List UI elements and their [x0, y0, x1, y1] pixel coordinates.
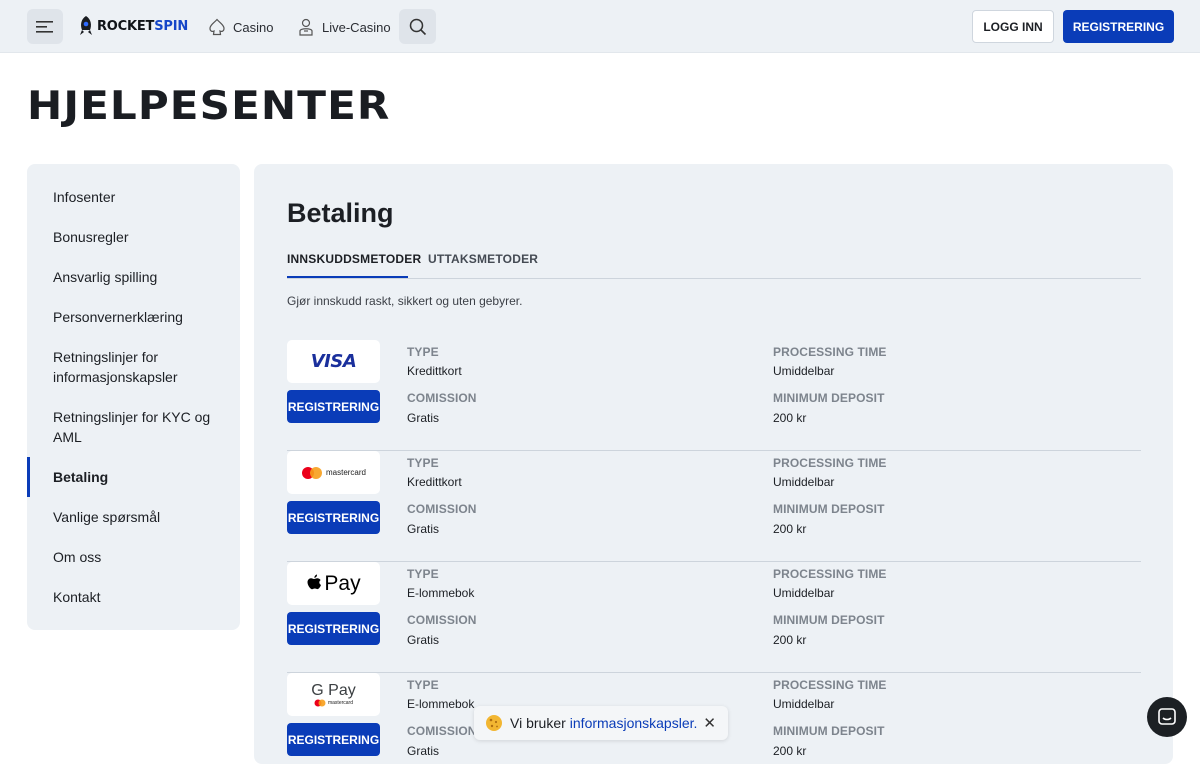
search-icon	[409, 18, 426, 35]
chat-button[interactable]	[1147, 697, 1187, 737]
menu-button[interactable]	[27, 9, 63, 44]
commission-value: Gratis	[407, 411, 440, 425]
intro-text: Gjør innskudd raskt, sikkert og uten geb…	[287, 294, 523, 308]
type-label: TYPE	[407, 567, 439, 581]
mastercard-mini-text: mastercard	[327, 700, 353, 706]
minimum-label: MINIMUM DEPOSIT	[773, 613, 885, 627]
apple-icon	[307, 574, 322, 590]
minimum-label: MINIMUM DEPOSIT	[773, 724, 885, 738]
help-sidebar: Infosenter Bonusregler Ansvarlig spillin…	[27, 164, 240, 630]
mastercard-logo: mastercard	[287, 451, 380, 494]
type-label: TYPE	[407, 678, 439, 692]
logo-text-prefix: ROCKET	[97, 18, 155, 34]
minimum-label: MINIMUM DEPOSIT	[773, 502, 885, 516]
commission-label: COMISSION	[407, 724, 477, 738]
minimum-value: 200 kr	[773, 522, 807, 536]
type-value: Kredittkort	[407, 475, 462, 489]
chat-icon	[1158, 708, 1176, 725]
processing-value: Umiddelbar	[773, 697, 835, 711]
sidebar-item-ansvarlig-spilling[interactable]: Ansvarlig spilling	[53, 267, 157, 287]
mastercard-circles-icon	[301, 466, 322, 479]
visa-logo-text: VISA	[310, 351, 357, 372]
mastercard-mini-logo: mastercard	[314, 699, 353, 707]
minimum-value: 200 kr	[773, 633, 807, 647]
sidebar-item-personvern[interactable]: Personvernerklæring	[53, 307, 183, 327]
sidebar-item-kontakt[interactable]: Kontakt	[53, 587, 100, 607]
payment-method-row: mastercard REGISTRERING TYPE Kredittkort…	[287, 451, 1141, 562]
tab-withdrawal-methods[interactable]: UTTAKSMETODER	[428, 252, 538, 266]
spade-icon	[209, 18, 225, 36]
cookie-link[interactable]: informasjonskapsler.	[570, 715, 698, 731]
cookie-banner: Vi bruker informasjonskapsler. ✕	[474, 706, 728, 740]
active-indicator	[27, 457, 30, 497]
logo-text-suffix: SPIN	[154, 18, 189, 34]
type-label: TYPE	[407, 456, 439, 470]
dealer-icon	[299, 18, 313, 36]
rocketspin-logo[interactable]: ROCKET SPIN	[78, 14, 188, 38]
register-button[interactable]: REGISTRERING	[287, 723, 380, 756]
register-button[interactable]: REGISTRERING	[1063, 10, 1174, 43]
tab-divider	[287, 278, 1141, 279]
type-value: E-lommebok	[407, 586, 475, 600]
register-button[interactable]: REGISTRERING	[287, 612, 380, 645]
page-title: HJELPESENTER	[27, 84, 391, 129]
tab-deposit-methods[interactable]: INNSKUDDSMETODER	[287, 252, 421, 266]
processing-value: Umiddelbar	[773, 586, 835, 600]
commission-label: COMISSION	[407, 613, 477, 627]
search-button[interactable]	[399, 9, 436, 44]
sidebar-item-infosenter[interactable]: Infosenter	[53, 187, 115, 207]
section-title: Betaling	[287, 198, 394, 228]
register-button[interactable]: REGISTRERING	[287, 390, 380, 423]
type-value: E-lommebok	[407, 697, 475, 711]
sidebar-item-betaling[interactable]: Betaling	[53, 467, 108, 487]
apple-pay-logo: Pay	[287, 562, 380, 605]
commission-label: COMISSION	[407, 391, 477, 405]
rocket-icon	[80, 16, 92, 35]
type-value: Kredittkort	[407, 364, 462, 378]
sidebar-item-om-oss[interactable]: Om oss	[53, 547, 101, 567]
visa-logo: VISA	[287, 340, 380, 383]
minimum-value: 200 kr	[773, 411, 807, 425]
mastercard-circles-icon	[314, 699, 326, 707]
payment-panel: Betaling INNSKUDDSMETODER UTTAKSMETODER …	[254, 164, 1173, 764]
sidebar-item-faq[interactable]: Vanlige spørsmål	[53, 507, 160, 527]
cookie-icon	[486, 715, 502, 731]
commission-value: Gratis	[407, 522, 440, 536]
mastercard-logo-text: mastercard	[325, 468, 366, 477]
sidebar-item-kyc-aml[interactable]: Retningslinjer for KYC og AML	[53, 407, 213, 447]
close-icon[interactable]: ✕	[703, 714, 716, 732]
payment-method-row: Pay REGISTRERING TYPE E-lommebok COMISSI…	[287, 562, 1141, 673]
nav-live-casino[interactable]: Live-Casino	[297, 18, 391, 36]
commission-value: Gratis	[407, 744, 440, 758]
processing-label: PROCESSING TIME	[773, 345, 887, 359]
payment-method-row: VISA REGISTRERING TYPE Kredittkort COMIS…	[287, 340, 1141, 451]
minimum-label: MINIMUM DEPOSIT	[773, 391, 885, 405]
processing-label: PROCESSING TIME	[773, 456, 887, 470]
commission-value: Gratis	[407, 633, 440, 647]
login-button[interactable]: LOGG INN	[972, 10, 1054, 43]
processing-value: Umiddelbar	[773, 364, 835, 378]
tab-active-underline	[287, 276, 408, 278]
register-button[interactable]: REGISTRERING	[287, 501, 380, 534]
apple-pay-logo-text: Pay	[324, 571, 361, 595]
processing-value: Umiddelbar	[773, 475, 835, 489]
google-pay-logo-text: G Pay	[311, 682, 356, 699]
processing-label: PROCESSING TIME	[773, 567, 887, 581]
minimum-value: 200 kr	[773, 744, 807, 758]
top-header: ROCKET SPIN Casino Live-Casino LOGG INN R…	[0, 0, 1200, 53]
sidebar-item-bonusregler[interactable]: Bonusregler	[53, 227, 129, 247]
sidebar-item-cookies-policy[interactable]: Retningslinjer for informasjonskapsler	[53, 347, 203, 387]
commission-label: COMISSION	[407, 502, 477, 516]
google-pay-logo: G Pay mastercard	[287, 673, 380, 716]
nav-live-casino-label: Live-Casino	[322, 19, 391, 35]
type-label: TYPE	[407, 345, 439, 359]
nav-casino[interactable]: Casino	[208, 18, 273, 36]
hamburger-icon	[36, 20, 53, 33]
nav-casino-label: Casino	[233, 19, 274, 35]
cookie-text: Vi bruker	[510, 715, 566, 731]
processing-label: PROCESSING TIME	[773, 678, 887, 692]
